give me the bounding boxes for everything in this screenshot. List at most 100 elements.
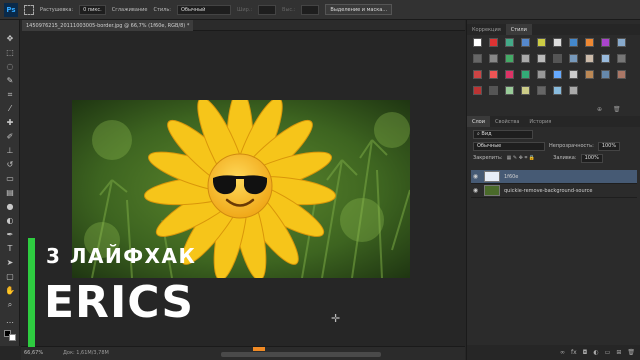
style-swatch[interactable] (569, 38, 578, 47)
style-swatch[interactable] (505, 38, 514, 47)
history-brush-icon[interactable]: ↺ (5, 160, 15, 170)
tab-layers[interactable]: Слои (467, 116, 490, 127)
move-icon[interactable]: ✥ (5, 34, 15, 44)
dodge-icon[interactable]: ◐ (5, 216, 15, 226)
tab-properties[interactable]: Свойства (490, 116, 524, 127)
style-swatch[interactable] (489, 70, 498, 79)
style-swatch[interactable] (553, 38, 562, 47)
style-swatch[interactable] (537, 70, 546, 79)
more-tools-icon[interactable]: … (5, 316, 15, 326)
style-swatch[interactable] (489, 86, 498, 95)
trash-icon[interactable]: 🗑 (627, 349, 635, 356)
style-swatch[interactable] (569, 70, 578, 79)
document-tab[interactable]: 1450976215_20111003005-border.jpg @ 66,7… (22, 20, 194, 31)
blend-mode-select[interactable]: Обычные (473, 141, 545, 151)
style-swatch[interactable] (617, 54, 626, 63)
style-swatch[interactable] (585, 54, 594, 63)
crop-icon[interactable]: ⌗ (5, 90, 15, 100)
eraser-icon[interactable]: ▭ (5, 174, 15, 184)
horizontal-scrollbar[interactable] (221, 352, 381, 357)
style-swatch[interactable] (473, 38, 482, 47)
layer-row[interactable]: ◉ 1f60e (471, 170, 637, 184)
new-style-icon[interactable]: ⊕ (597, 106, 602, 113)
eye-icon[interactable]: ◉ (471, 173, 480, 180)
doc-size[interactable]: Док: 1,61М/3,78М (63, 350, 109, 356)
width-label: Шир.: (236, 6, 253, 13)
style-swatch[interactable] (553, 86, 562, 95)
folder-icon[interactable]: ▭ (605, 349, 611, 356)
document-tabs: 1450976215_20111003005-border.jpg @ 66,7… (22, 20, 465, 31)
feather-input[interactable]: 0 пикс. (79, 4, 106, 15)
tab-history[interactable]: История (524, 116, 556, 127)
layer-row[interactable]: ◉ quickie-remove-background-source (471, 184, 637, 198)
style-swatch[interactable] (553, 54, 562, 63)
eye-icon[interactable]: ◉ (471, 187, 480, 194)
link-icon[interactable]: ∞ (560, 349, 565, 356)
background-color-swatch[interactable] (9, 334, 16, 341)
path-select-icon[interactable]: ➤ (5, 258, 15, 268)
smoothing-checkbox[interactable]: Сглаживание (112, 7, 148, 13)
select-mask-button[interactable]: Выделение и маска... (325, 4, 393, 15)
style-swatch[interactable] (521, 86, 530, 95)
style-swatch[interactable] (521, 70, 530, 79)
style-swatch[interactable] (617, 38, 626, 47)
adjustment-icon[interactable]: ◐ (593, 349, 598, 356)
zoom-level[interactable]: 66,67% (24, 350, 43, 356)
tab-correction[interactable]: Коррекция (467, 24, 506, 35)
height-input[interactable] (301, 4, 320, 15)
healing-icon[interactable]: ✚ (5, 118, 15, 128)
style-swatch[interactable] (569, 86, 578, 95)
ps-logo-icon[interactable]: Ps (4, 2, 18, 17)
layers-controls: ⌕ Вид Обычные Непрозрачность: 100% Закре… (467, 128, 640, 164)
lock-icons[interactable]: ▦ ✎ ✥ ⌗ 🔒 (507, 155, 536, 161)
style-swatch[interactable] (505, 54, 514, 63)
status-bar: 66,67% Док: 1,61М/3,78М (21, 346, 465, 360)
eyedropper-icon[interactable]: ⁄ (5, 104, 15, 114)
width-input[interactable] (258, 4, 277, 15)
style-swatch[interactable] (489, 38, 498, 47)
style-swatch[interactable] (489, 54, 498, 63)
marquee-icon[interactable]: ⬚ (5, 48, 15, 58)
style-swatch[interactable] (553, 70, 562, 79)
quick-select-icon[interactable]: ✎ (5, 76, 15, 86)
style-swatch[interactable] (601, 38, 610, 47)
style-swatch[interactable] (601, 70, 610, 79)
stamp-icon[interactable]: ⊥ (5, 146, 15, 156)
hand-icon[interactable]: ✋ (5, 286, 15, 296)
delete-style-icon[interactable]: 🗑 (613, 106, 621, 113)
layer-filter-select[interactable]: ⌕ Вид (473, 129, 533, 139)
blur-icon[interactable]: ● (5, 202, 15, 212)
style-swatch[interactable] (537, 54, 546, 63)
marquee-tool-icon[interactable] (24, 4, 34, 15)
shape-icon[interactable]: ▢ (5, 272, 15, 282)
style-swatch[interactable] (585, 38, 594, 47)
style-swatch[interactable] (585, 70, 594, 79)
fx-icon[interactable]: fx (571, 349, 577, 356)
style-swatch[interactable] (537, 86, 546, 95)
style-swatch[interactable] (521, 54, 530, 63)
new-layer-icon[interactable]: ⊞ (616, 349, 621, 356)
gradient-icon[interactable]: ▤ (5, 188, 15, 198)
style-swatch[interactable] (505, 86, 514, 95)
style-swatch[interactable] (473, 86, 482, 95)
type-icon[interactable]: T (5, 244, 15, 254)
mask-icon[interactable]: ◘ (583, 349, 588, 356)
style-swatch[interactable] (601, 54, 610, 63)
pen-icon[interactable]: ✒ (5, 230, 15, 240)
tab-styles[interactable]: Стили (505, 24, 532, 35)
brush-icon[interactable]: ✐ (5, 132, 15, 142)
style-swatch[interactable] (473, 54, 482, 63)
layers-panel-tabs: Слои Свойства История (467, 116, 640, 127)
style-swatch[interactable] (537, 38, 546, 47)
style-swatch[interactable] (569, 54, 578, 63)
style-swatch[interactable] (521, 38, 530, 47)
fill-input[interactable]: 100% (580, 153, 603, 163)
zoom-icon[interactable]: ⌕ (5, 300, 15, 310)
style-swatch[interactable] (505, 70, 514, 79)
style-label: Стиль: (153, 6, 171, 13)
style-select[interactable]: Обычный (176, 4, 231, 15)
lasso-icon[interactable]: ◌ (5, 62, 15, 72)
style-swatch[interactable] (617, 70, 626, 79)
style-swatch[interactable] (473, 70, 482, 79)
opacity-input[interactable]: 100% (597, 141, 620, 151)
